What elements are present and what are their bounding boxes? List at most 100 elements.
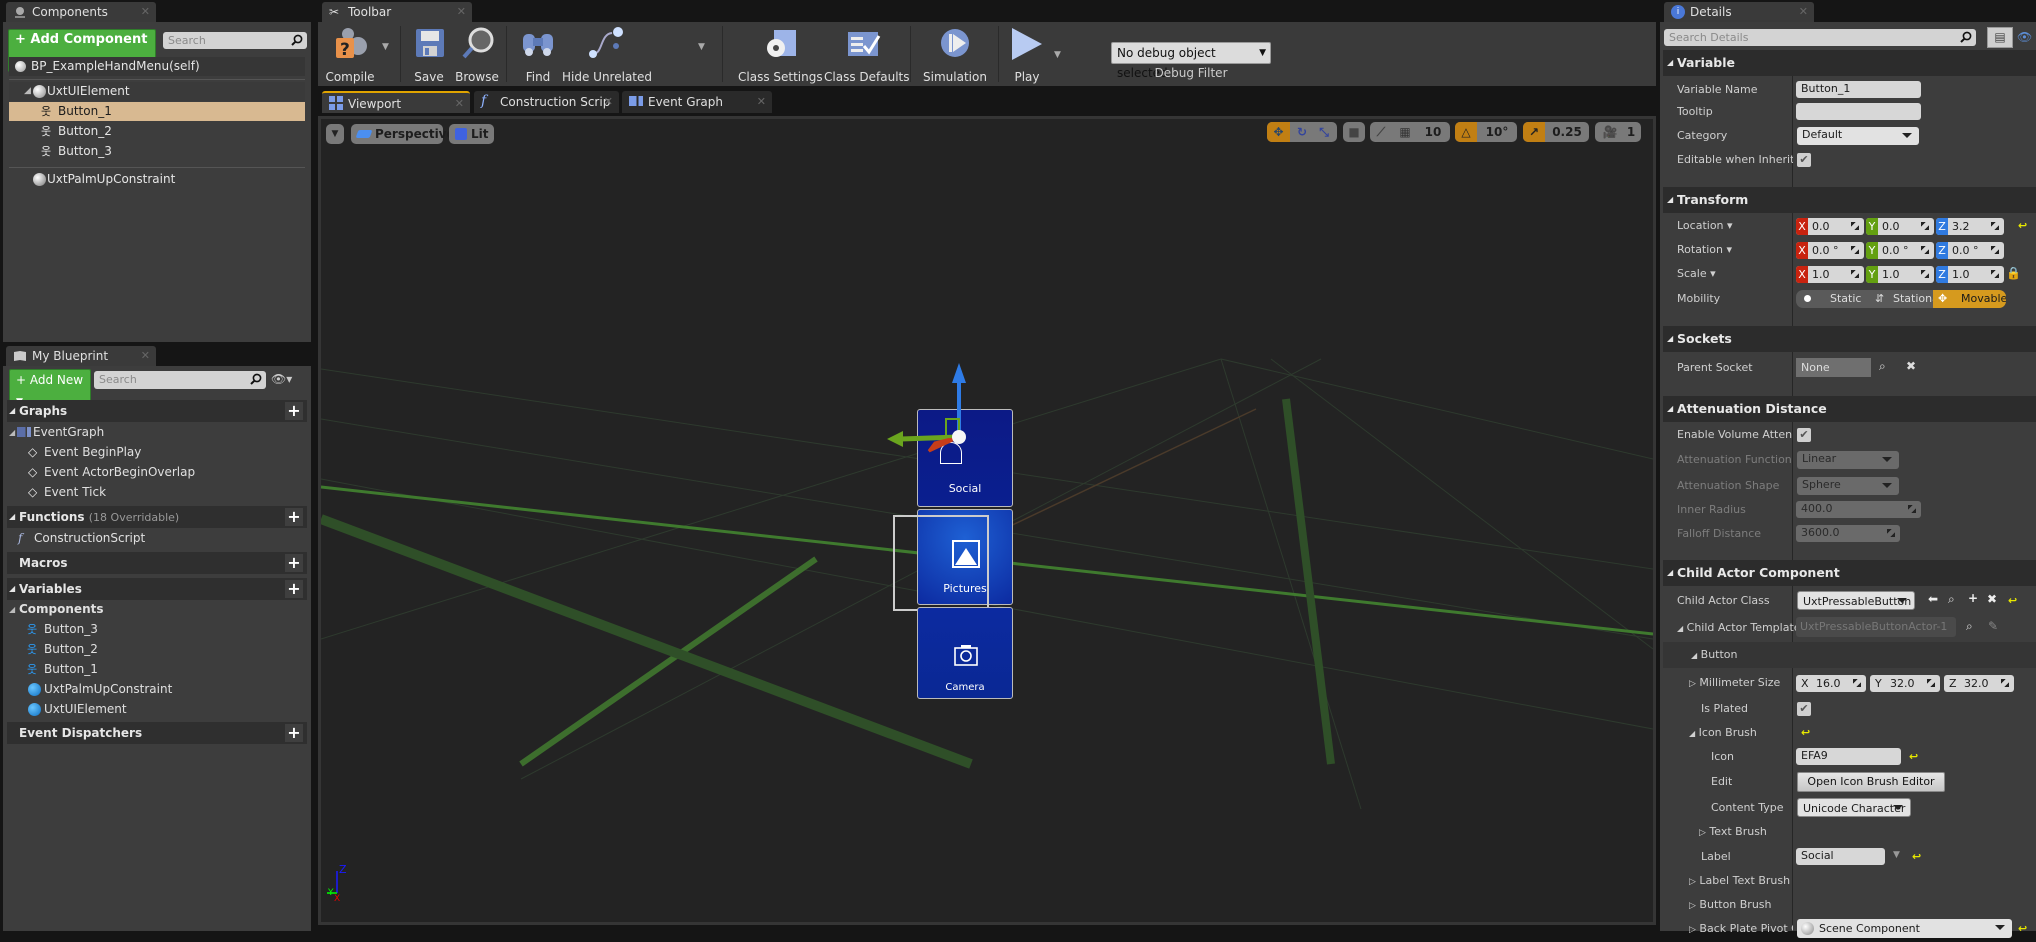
close-icon[interactable]: ✕ [757,91,766,113]
close-icon[interactable]: ✕ [604,91,613,113]
section-variable[interactable]: ◢ Variable [1663,50,2036,76]
event-item[interactable]: ◇ Event BeginPlay [28,443,141,462]
save-button[interactable]: Save [408,24,450,84]
tab-toolbar[interactable]: ✂ Toolbar ✕ [322,2,472,22]
simulation-button[interactable]: Simulation [918,24,992,84]
tree-item-uxtpalmupconstraint[interactable]: UxtPalmUpConstraint [9,170,305,189]
class-settings-button[interactable]: Class Settings [738,24,823,84]
reset-to-default-icon[interactable]: ↩ [1912,850,1921,863]
surface-snap-button[interactable]: ■ [1343,122,1365,142]
debug-object-select[interactable]: No debug object selected ▼ [1111,42,1271,80]
section-sockets[interactable]: ◢ Sockets [1663,326,2036,352]
rotation-snap-value[interactable]: 10° [1479,122,1515,142]
child-actor-class-select[interactable]: UxtPressableButton [1797,591,1915,610]
perspective-button[interactable]: Perspective [351,124,455,144]
viewport[interactable]: Social Pictures Camera ▼ Perspective Lit… [318,116,1656,925]
tab-details[interactable]: i Details ✕ [1664,2,1814,22]
add-dispatcher-button[interactable]: + [285,724,303,742]
parent-socket-field[interactable]: None [1796,358,1871,377]
add-variable-button[interactable]: + [285,580,303,598]
property-label[interactable]: Rotation ▾ [1677,238,1732,262]
label-input[interactable]: Social [1796,848,1885,865]
variable-name-input[interactable]: Button_1 [1796,81,1921,98]
rotation-z-field[interactable]: Z 0.0 ° [1936,242,2004,259]
variable-item[interactable]: UxtUIElement [28,700,127,719]
close-icon[interactable]: ✕ [141,346,150,366]
property-label[interactable]: ◢ Icon Brush [1689,721,1757,746]
components-category[interactable]: ◢ Components [9,600,104,619]
open-icon-brush-editor-button[interactable]: Open Icon Brush Editor [1797,772,1945,792]
class-defaults-button[interactable]: Class Defaults [824,24,909,84]
attenuation-function-select[interactable]: Linear [1797,451,1899,469]
lock-icon[interactable]: 🔒 [2006,266,2021,280]
section-event-dispatchers[interactable]: Event Dispatchers + [7,722,307,744]
rotate-mode-icon[interactable]: ↻ [1291,122,1313,142]
property-label[interactable]: Location ▾ [1677,214,1733,238]
scale-x-field[interactable]: X 1.0 [1796,266,1864,283]
property-matrix-button[interactable]: ▤ [1987,27,2013,48]
rotation-snap-icon[interactable]: △ [1455,122,1477,142]
components-search-input[interactable]: Search [163,32,307,49]
child-actor-template-select[interactable]: UxtPressableButtonActor-1 [1796,617,1956,637]
mobility-movable[interactable]: ✥ Movable [1933,290,2006,308]
add-graph-button[interactable]: + [285,402,303,420]
property-label[interactable]: Scale ▾ [1677,262,1716,286]
text-brush-row[interactable]: ▷ Text Brush [1663,820,2036,844]
tree-item-button-2[interactable]: 웃 Button_2 [9,122,305,141]
compile-button[interactable]: ? Compile [322,24,378,84]
property-label[interactable]: ▷ Back Plate Pivot Component [1689,917,1793,942]
play-options-dropdown[interactable]: ▼ [1054,50,1061,60]
mm-size-y-field[interactable]: Y 32.0 [1870,675,1940,692]
close-icon[interactable]: ✕ [1799,2,1808,22]
property-label[interactable]: ▷ Millimeter Size [1689,671,1780,696]
button-group-row[interactable]: ◢ Button [1663,642,2036,668]
myblueprint-search-input[interactable]: Search [94,371,266,389]
camera-button-mesh[interactable]: Camera [917,607,1013,699]
reset-to-default-icon[interactable]: ↩ [2018,219,2027,232]
viewport-options-button[interactable]: ▼ [326,124,344,144]
is-plated-checkbox[interactable]: ✔ [1797,702,1811,716]
tab-my-blueprint[interactable]: My Blueprint ✕ [6,346,156,366]
hide-unrelated-options-dropdown[interactable]: ▼ [698,42,705,52]
camera-speed-group[interactable]: 🎥 1 [1595,122,1641,142]
add-macro-button[interactable]: + [285,554,303,572]
close-icon[interactable]: ✕ [457,2,466,22]
reset-to-default-icon[interactable]: ↩ [2008,594,2017,607]
close-icon[interactable]: ✕ [141,2,150,22]
property-label[interactable]: ◢ Child Actor Template [1677,616,1801,641]
enable-attenuation-checkbox[interactable]: ✔ [1797,428,1811,442]
search-icon[interactable]: ⌕ [1879,359,1886,374]
location-z-field[interactable]: Z 3.2 [1936,218,2004,235]
reset-to-default-icon[interactable]: ↩ [2018,922,2027,935]
tab-construction-script[interactable]: f Construction Scrip ✕ [474,91,619,113]
eyedropper-icon[interactable]: ✎ [1988,619,1998,633]
visibility-eye-icon[interactable]: 👁▾ [271,372,301,388]
clear-icon[interactable]: ✖ [1906,359,1916,373]
section-child-actor[interactable]: ◢ Child Actor Component [1663,560,2036,586]
variable-item[interactable]: 웃 Button_3 [27,620,98,639]
scale-mode-icon[interactable]: ⤡ [1313,122,1335,142]
browse-search-icon[interactable]: ⌕ [1948,592,1955,607]
mobility-stationary[interactable]: ⇵ Stationary [1869,290,1933,308]
section-graphs[interactable]: ◢ Graphs + [7,400,307,422]
transform-gizmo[interactable] [861,359,1011,489]
scale-snap-icon[interactable]: ↗ [1523,122,1545,142]
browse-search-icon[interactable]: ⌕ [1966,619,1973,634]
tree-item-button-1[interactable]: 웃 Button_1 [9,102,305,121]
button-brush-row[interactable]: ▷ Button Brush [1663,893,2036,917]
gizmo-center[interactable] [952,430,966,444]
clear-icon[interactable]: ✖ [1987,592,1997,606]
scale-z-field[interactable]: Z 1.0 [1936,266,2004,283]
reset-to-default-icon[interactable]: ↩ [1801,726,1810,739]
content-type-select[interactable]: Unicode Character [1797,798,1911,817]
variable-item[interactable]: 웃 Button_2 [27,640,98,659]
category-select[interactable]: Default [1797,127,1919,145]
section-transform[interactable]: ◢ Transform [1663,187,2036,213]
hide-unrelated-button[interactable]: Hide Unrelated [562,24,652,84]
mm-size-x-field[interactable]: X 16.0 [1796,675,1866,692]
find-button[interactable]: Find [518,24,558,84]
expand-arrow-icon[interactable]: ◢ [24,82,31,101]
editable-inherited-checkbox[interactable]: ✔ [1797,153,1811,167]
mm-size-z-field[interactable]: Z 32.0 [1944,675,2014,692]
rotation-x-field[interactable]: X 0.0 ° [1796,242,1864,259]
